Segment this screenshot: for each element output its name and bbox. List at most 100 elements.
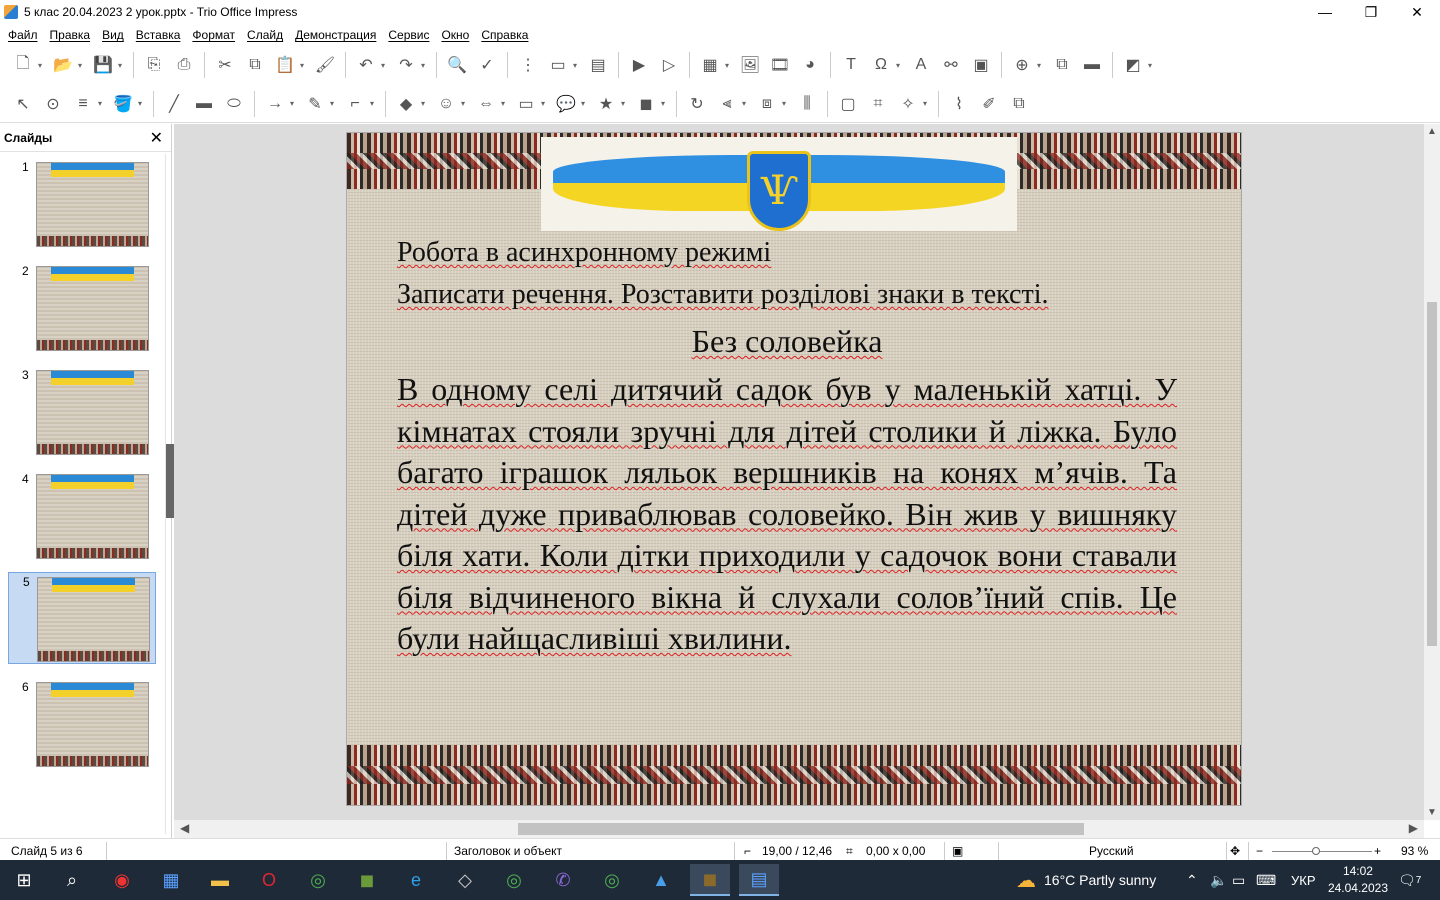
search-icon[interactable]: ⌕ (52, 864, 92, 896)
clock[interactable]: 14:02 24.04.2023 (1328, 863, 1388, 897)
crop-icon[interactable]: ⌗ (865, 91, 891, 117)
vertical-scrollbar[interactable]: ▲ ▼ (1424, 124, 1440, 820)
save-dropdown-icon[interactable]: ▾ (118, 52, 126, 78)
zoom-level[interactable]: 93 % (1401, 844, 1428, 858)
select-icon[interactable]: ↖ (10, 91, 36, 117)
chart-icon[interactable]: ◕ (797, 52, 823, 78)
paste-dropdown-icon[interactable]: ▾ (300, 52, 308, 78)
horizontal-scrollbar[interactable]: ◀ ▶ (174, 820, 1424, 838)
menu-help[interactable]: Справка (475, 28, 534, 42)
find-replace-icon[interactable]: 🔍 (444, 52, 470, 78)
start-first-slide-icon[interactable]: ▶ (626, 52, 652, 78)
points-icon[interactable]: ⌇ (946, 91, 972, 117)
panel-collapse-handle[interactable] (166, 444, 174, 518)
menu-file[interactable]: Файл (2, 28, 44, 42)
stars-dropdown-icon[interactable]: ▾ (621, 91, 629, 117)
toggle-extrusion-icon[interactable]: ⧉ (1006, 91, 1032, 117)
shadow-icon[interactable]: ▢ (835, 91, 861, 117)
fontwork-icon[interactable]: A (908, 52, 934, 78)
flowchart-icon[interactable]: ▭ (513, 91, 539, 117)
glue-points-icon[interactable]: ✐ (976, 91, 1002, 117)
scroll-down-icon[interactable]: ▼ (1424, 807, 1440, 818)
language-status[interactable]: Русский (1089, 844, 1134, 858)
zoom-slider[interactable] (1272, 851, 1372, 852)
table-dropdown-icon[interactable]: ▾ (725, 52, 733, 78)
new-dropdown-icon[interactable]: ▾ (38, 52, 46, 78)
trio-office-icon[interactable]: ▤ (739, 864, 779, 896)
record-app-icon[interactable]: ◉ (102, 864, 142, 896)
network-icon[interactable]: ▭ (1232, 860, 1245, 900)
scroll-right-icon[interactable]: ▶ (1409, 821, 1418, 835)
current-slide[interactable]: Ѱ Робота в асинхронному режимі Записати … (347, 133, 1241, 805)
grid-icon[interactable]: ⋮ (515, 52, 541, 78)
fill-color-icon[interactable]: 🪣 (110, 91, 136, 117)
menu-format[interactable]: Формат (186, 28, 241, 42)
duplicate-slide-icon[interactable]: ⧉ (1049, 52, 1075, 78)
slide-transition-icon[interactable]: ◩ (1120, 52, 1146, 78)
cut-icon[interactable]: ✂ (212, 52, 238, 78)
hyperlink-icon[interactable]: ⚯ (938, 52, 964, 78)
open-dropdown-icon[interactable]: ▾ (78, 52, 86, 78)
scroll-left-icon[interactable]: ◀ (180, 821, 189, 835)
arrange-icon[interactable]: ⧈ (754, 91, 780, 117)
line-color-dropdown-icon[interactable]: ▾ (98, 91, 106, 117)
slide-thumbnail-2[interactable]: 2 (8, 262, 156, 354)
menu-window[interactable]: Окно (435, 28, 475, 42)
opera-icon[interactable]: O (249, 864, 289, 896)
slide-thumbnail-4[interactable]: 4 (8, 470, 156, 562)
menu-edit[interactable]: Правка (44, 28, 97, 42)
basic-shapes-icon[interactable]: ◆ (393, 91, 419, 117)
start-current-slide-icon[interactable]: ▷ (656, 52, 682, 78)
slide-line-1[interactable]: Робота в асинхронному режимі (397, 237, 1177, 269)
symbol-shapes-dropdown-icon[interactable]: ▾ (461, 91, 469, 117)
align-dropdown-icon[interactable]: ▾ (742, 91, 750, 117)
zoom-pan-icon[interactable]: ⊙ (40, 91, 66, 117)
line-color-icon[interactable]: ≡ (70, 91, 96, 117)
fill-color-dropdown-icon[interactable]: ▾ (138, 91, 146, 117)
vertical-scroll-thumb[interactable] (1427, 302, 1437, 646)
menu-insert[interactable]: Вставка (130, 28, 187, 42)
ellipse-icon[interactable]: ⬭ (221, 91, 247, 117)
align-icon[interactable]: ⫷ (714, 91, 740, 117)
minecraft-icon[interactable]: ◼ (347, 864, 387, 896)
close-icon[interactable]: ✕ (150, 128, 163, 148)
callouts-icon[interactable]: 💬 (553, 91, 579, 117)
new-slide-dropdown-icon[interactable]: ▾ (1037, 52, 1045, 78)
new-slide-icon[interactable]: ⊕ (1009, 52, 1035, 78)
volume-icon[interactable]: 🔈 (1210, 860, 1227, 900)
slide-line-2[interactable]: Записати речення. Розставити розділові з… (397, 279, 1177, 311)
windows-start-icon[interactable]: ⊞ (4, 864, 44, 896)
minecraft-active-icon[interactable]: ◼ (690, 864, 730, 896)
media-icon[interactable]: 🎞 (767, 52, 793, 78)
distribute-icon[interactable]: ⫼ (794, 91, 820, 117)
keyboard-icon[interactable]: ⌨ (1256, 860, 1276, 900)
rotate-icon[interactable]: ↻ (684, 91, 710, 117)
save-icon[interactable]: 💾 (90, 52, 116, 78)
3d-objects-icon[interactable]: ◼ (633, 91, 659, 117)
export-pdf-icon[interactable]: ⎘ (141, 52, 167, 78)
image-icon[interactable]: 🖼 (737, 52, 763, 78)
menu-view[interactable]: Вид (96, 28, 130, 42)
special-character-icon[interactable]: Ω (868, 52, 894, 78)
chrome-icon[interactable]: ◎ (298, 864, 338, 896)
edge-icon[interactable]: e (396, 864, 436, 896)
master-slide-icon[interactable]: ▤ (585, 52, 611, 78)
rectangle-icon[interactable]: ▬ (191, 91, 217, 117)
paste-icon[interactable]: 📋 (272, 52, 298, 78)
redo-icon[interactable]: ↷ (393, 52, 419, 78)
fit-slide-icon[interactable]: ✥ (1230, 844, 1240, 858)
callouts-dropdown-icon[interactable]: ▾ (581, 91, 589, 117)
basic-shapes-dropdown-icon[interactable]: ▾ (421, 91, 429, 117)
redo-dropdown-icon[interactable]: ▾ (421, 52, 429, 78)
menu-slide[interactable]: Слайд (241, 28, 289, 42)
text-box-icon[interactable]: T (838, 52, 864, 78)
arrow-dropdown-icon[interactable]: ▾ (290, 91, 298, 117)
slide-thumbnail-3[interactable]: 3 (8, 366, 156, 458)
symbol-shapes-icon[interactable]: ☺ (433, 91, 459, 117)
language-indicator[interactable]: УКР (1291, 860, 1316, 900)
stars-icon[interactable]: ★ (593, 91, 619, 117)
store-icon[interactable]: ▦ (151, 864, 191, 896)
block-arrows-dropdown-icon[interactable]: ▾ (501, 91, 509, 117)
chrome-profile-2-icon[interactable]: ◎ (592, 864, 632, 896)
slide-thumbnail-1[interactable]: 1 (8, 158, 156, 250)
